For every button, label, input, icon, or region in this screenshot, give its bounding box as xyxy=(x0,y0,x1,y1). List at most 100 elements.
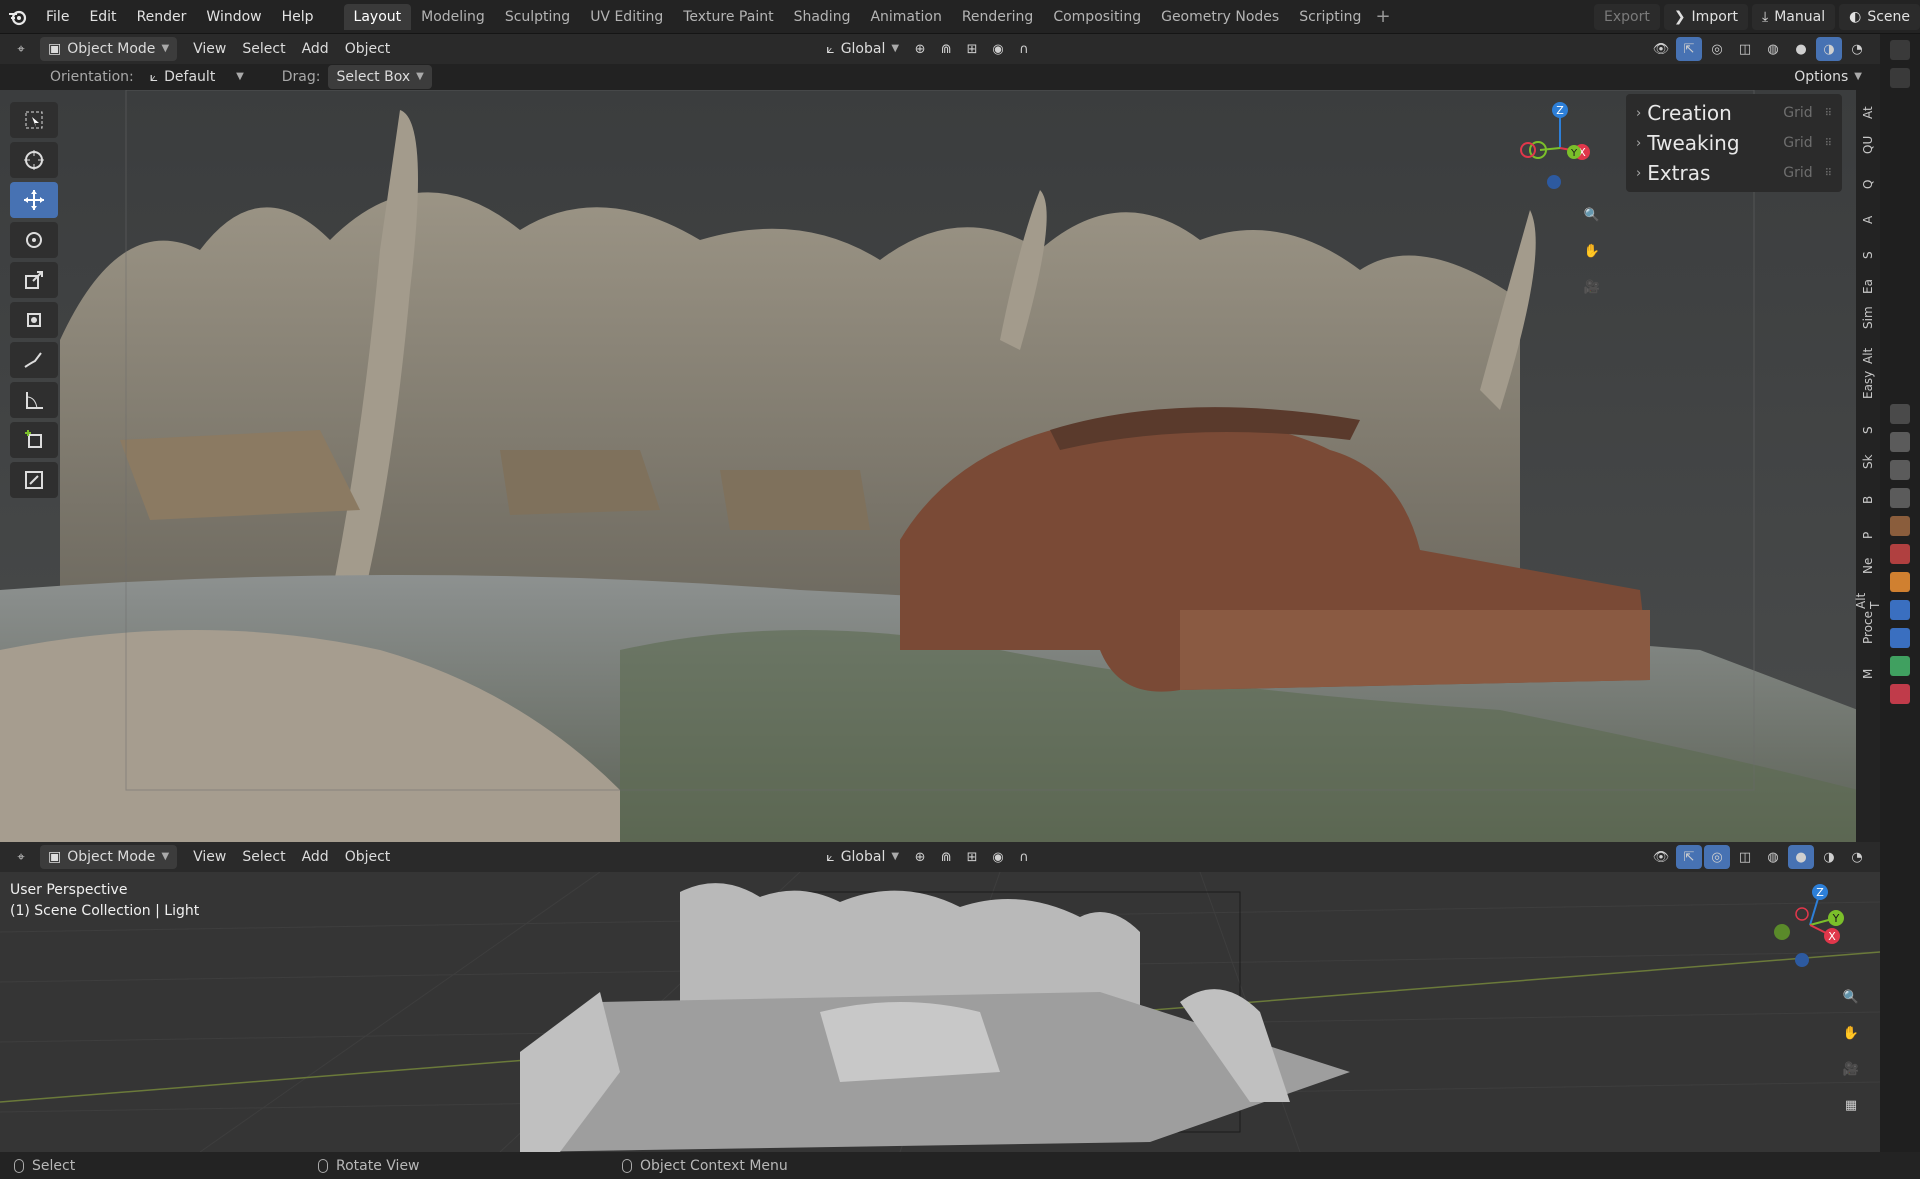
zoom-icon[interactable]: 🔍 xyxy=(1577,200,1607,230)
menu-add[interactable]: Add xyxy=(294,845,337,869)
sidebar-tab[interactable]: Proce xyxy=(1861,611,1875,650)
export-button[interactable]: Export xyxy=(1593,4,1660,30)
menu-window[interactable]: Window xyxy=(196,0,271,34)
modifier-properties-icon[interactable] xyxy=(1890,600,1910,620)
proportional-edit-icon[interactable]: ◉ xyxy=(985,845,1011,869)
navigation-gizmo-2[interactable]: Z Y X xyxy=(1760,880,1850,970)
visibility-icon[interactable]: 👁 xyxy=(1648,37,1674,61)
sidebar-tab[interactable]: A xyxy=(1861,195,1875,230)
menu-file[interactable]: File xyxy=(36,0,79,34)
sidebar-tab[interactable]: Alt xyxy=(1861,335,1875,370)
snap-icon[interactable]: ⋒ xyxy=(933,845,959,869)
sidebar-tab[interactable]: B xyxy=(1861,475,1875,510)
xray-icon[interactable]: ◫ xyxy=(1732,845,1758,869)
tab-geometry-nodes[interactable]: Geometry Nodes xyxy=(1151,4,1289,30)
drag-handle-icon[interactable]: ⠿ xyxy=(1825,108,1832,119)
physics-properties-icon[interactable] xyxy=(1890,628,1910,648)
neg-z-axis-handle[interactable] xyxy=(1547,175,1561,189)
neg-z-axis-handle[interactable] xyxy=(1795,953,1809,967)
drag-handle-icon[interactable]: ⠿ xyxy=(1825,168,1832,179)
transform-orientation-dropdown[interactable]: ⟀ Global ▼ xyxy=(818,845,907,869)
scene-properties-icon[interactable] xyxy=(1890,516,1910,536)
sidebar-tab[interactable]: S xyxy=(1861,230,1875,265)
editor-type-icon[interactable]: ⌖ xyxy=(8,845,34,869)
select-box-tool-icon[interactable] xyxy=(10,102,58,138)
panel-extras[interactable]: › Extras Grid ⠿ xyxy=(1626,158,1842,188)
camera-icon[interactable]: 🎥 xyxy=(1577,272,1607,302)
drag-dropdown[interactable]: Select Box ▼ xyxy=(328,65,432,89)
transform-tool-icon[interactable] xyxy=(10,302,58,338)
visibility-icon[interactable]: 👁 xyxy=(1648,845,1674,869)
main-viewport[interactable]: Z X Y 🔍 ✋ 🎥 › Creation Grid ⠿ › Tweaking… xyxy=(0,90,1858,842)
pivot-point-icon[interactable]: ⊕ xyxy=(907,845,933,869)
secondary-viewport[interactable]: User Perspective (1) Scene Collection | … xyxy=(0,872,1880,1152)
options-dropdown[interactable]: Options ▼ xyxy=(1786,65,1870,89)
pan-hand-icon[interactable]: ✋ xyxy=(1577,236,1607,266)
menu-view[interactable]: View xyxy=(185,845,234,869)
sidebar-tab[interactable]: QU xyxy=(1861,125,1875,160)
cursor-tool-icon[interactable] xyxy=(10,142,58,178)
camera-icon[interactable]: 🎥 xyxy=(1836,1054,1866,1084)
neg-x-axis-handle[interactable] xyxy=(1520,142,1536,158)
sidebar-tab[interactable]: M xyxy=(1861,650,1875,685)
texture-properties-icon[interactable] xyxy=(1890,684,1910,704)
menu-render[interactable]: Render xyxy=(127,0,197,34)
filter-icon[interactable] xyxy=(1890,68,1910,88)
output-properties-icon[interactable] xyxy=(1890,460,1910,480)
tab-scripting[interactable]: Scripting xyxy=(1289,4,1371,30)
orientation-dropdown[interactable]: ⟀ Default ▼ xyxy=(142,65,252,89)
snap-icon[interactable]: ⋒ xyxy=(933,37,959,61)
object-properties-icon[interactable] xyxy=(1890,572,1910,592)
sidebar-tab[interactable]: At xyxy=(1861,90,1875,125)
outliner-icon[interactable] xyxy=(1890,40,1910,60)
world-properties-icon[interactable] xyxy=(1890,544,1910,564)
sidebar-tab[interactable]: Alt T xyxy=(1854,580,1882,615)
view-layer-icon[interactable] xyxy=(1890,488,1910,508)
editor-type-icon[interactable]: ⌖ xyxy=(8,37,34,61)
annotate-tool-icon[interactable] xyxy=(10,342,58,378)
menu-add[interactable]: Add xyxy=(294,37,337,61)
grid-view-icon[interactable]: ▦ xyxy=(1836,1090,1866,1120)
overlay-icon[interactable]: ◎ xyxy=(1704,37,1730,61)
panel-creation[interactable]: › Creation Grid ⠿ xyxy=(1626,98,1842,128)
add-workspace-icon[interactable]: + xyxy=(1375,6,1390,27)
sidebar-tab[interactable]: P xyxy=(1861,510,1875,545)
proportional-edit-icon[interactable]: ◉ xyxy=(985,37,1011,61)
falloff-icon[interactable]: ∩ xyxy=(1011,37,1037,61)
drag-handle-icon[interactable]: ⠿ xyxy=(1825,138,1832,149)
snap-target-icon[interactable]: ⊞ xyxy=(959,37,985,61)
mode-dropdown[interactable]: ▣ Object Mode ▼ xyxy=(40,845,178,869)
rendered-shading-icon[interactable]: ◔ xyxy=(1844,37,1870,61)
sidebar-tab[interactable]: Sim xyxy=(1861,300,1875,335)
sidebar-tab[interactable]: Easy xyxy=(1861,370,1875,405)
menu-help[interactable]: Help xyxy=(272,0,324,34)
blender-logo-icon[interactable] xyxy=(0,0,36,34)
move-tool-icon[interactable] xyxy=(10,182,58,218)
zoom-icon[interactable]: 🔍 xyxy=(1836,982,1866,1012)
import-button[interactable]: ❯ Import xyxy=(1663,4,1749,30)
sidebar-tab[interactable]: Ne xyxy=(1861,545,1875,580)
panel-tweaking[interactable]: › Tweaking Grid ⠿ xyxy=(1626,128,1842,158)
tab-animation[interactable]: Animation xyxy=(860,4,951,30)
solid-shading-icon[interactable]: ● xyxy=(1788,845,1814,869)
sidebar-tab[interactable]: Sk xyxy=(1861,440,1875,475)
gizmo-toggle-icon[interactable]: ⇱ xyxy=(1676,37,1702,61)
menu-select[interactable]: Select xyxy=(234,37,293,61)
snap-target-icon[interactable]: ⊞ xyxy=(959,845,985,869)
scale-tool-icon[interactable] xyxy=(10,262,58,298)
wireframe-shading-icon[interactable]: ◍ xyxy=(1760,845,1786,869)
xray-icon[interactable]: ◫ xyxy=(1732,37,1758,61)
tab-sculpting[interactable]: Sculpting xyxy=(495,4,580,30)
neg-x-axis-handle[interactable] xyxy=(1795,907,1809,921)
menu-object[interactable]: Object xyxy=(337,37,399,61)
menu-view[interactable]: View xyxy=(185,37,234,61)
tab-rendering[interactable]: Rendering xyxy=(952,4,1044,30)
rendered-shading-icon[interactable]: ◔ xyxy=(1844,845,1870,869)
rotate-tool-icon[interactable] xyxy=(10,222,58,258)
transform-pivot-tool-icon[interactable] xyxy=(10,462,58,498)
neg-y-axis-handle[interactable] xyxy=(1774,924,1790,940)
sidebar-tab[interactable]: Q xyxy=(1861,160,1875,195)
pan-hand-icon[interactable]: ✋ xyxy=(1836,1018,1866,1048)
tab-uv-editing[interactable]: UV Editing xyxy=(580,4,673,30)
navigation-gizmo[interactable]: Z X Y xyxy=(1508,100,1598,190)
